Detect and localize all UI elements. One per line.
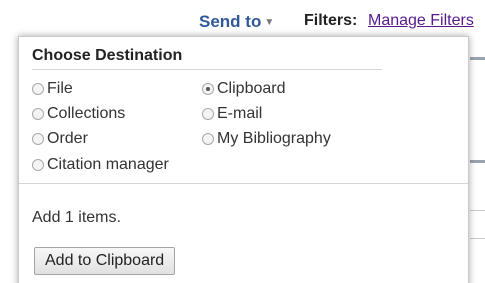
background-divider xyxy=(470,160,485,163)
option-label: File xyxy=(47,80,73,97)
radio-button[interactable] xyxy=(32,159,44,171)
background-divider xyxy=(470,238,485,239)
page: Send to ▼ Filters: Manage Filters Choose … xyxy=(0,0,485,283)
title-divider xyxy=(32,69,382,70)
option-order[interactable]: Order xyxy=(32,129,88,149)
panel-title: Choose Destination xyxy=(32,47,183,64)
send-to-label: Send to xyxy=(199,12,262,31)
option-citation-manager[interactable]: Citation manager xyxy=(32,155,169,175)
option-label: Collections xyxy=(47,105,126,122)
radio-button-selected[interactable] xyxy=(202,83,214,95)
background-divider xyxy=(470,210,485,211)
send-to-menu[interactable]: Send to ▼ xyxy=(199,12,274,32)
add-to-clipboard-button[interactable]: Add to Clipboard xyxy=(34,247,176,275)
option-label: E-mail xyxy=(217,105,263,122)
chevron-down-icon: ▼ xyxy=(264,17,275,28)
option-label: Order xyxy=(47,130,88,147)
item-count-text: Add 1 items. xyxy=(32,209,121,226)
option-clipboard[interactable]: Clipboard xyxy=(202,79,285,99)
filters-label: Filters: xyxy=(304,12,358,29)
radio-button[interactable] xyxy=(32,108,44,120)
option-label: Citation manager xyxy=(47,156,169,173)
option-file[interactable]: File xyxy=(32,79,73,99)
option-email[interactable]: E-mail xyxy=(202,104,262,124)
option-collections[interactable]: Collections xyxy=(32,104,125,124)
radio-button[interactable] xyxy=(202,108,214,120)
background-divider xyxy=(470,57,485,60)
option-my-bibliography[interactable]: My Bibliography xyxy=(202,129,331,149)
option-label: Clipboard xyxy=(217,80,286,97)
option-label: My Bibliography xyxy=(217,130,331,147)
radio-button[interactable] xyxy=(32,83,44,95)
radio-button[interactable] xyxy=(202,133,214,145)
radio-button[interactable] xyxy=(32,133,44,145)
results-toolbar: Send to ▼ Filters: Manage Filters xyxy=(0,0,485,36)
section-divider xyxy=(19,183,468,184)
send-to-dropdown: Choose Destination File Clipboard Collec… xyxy=(18,36,469,283)
manage-filters-link[interactable]: Manage Filters xyxy=(368,12,474,30)
